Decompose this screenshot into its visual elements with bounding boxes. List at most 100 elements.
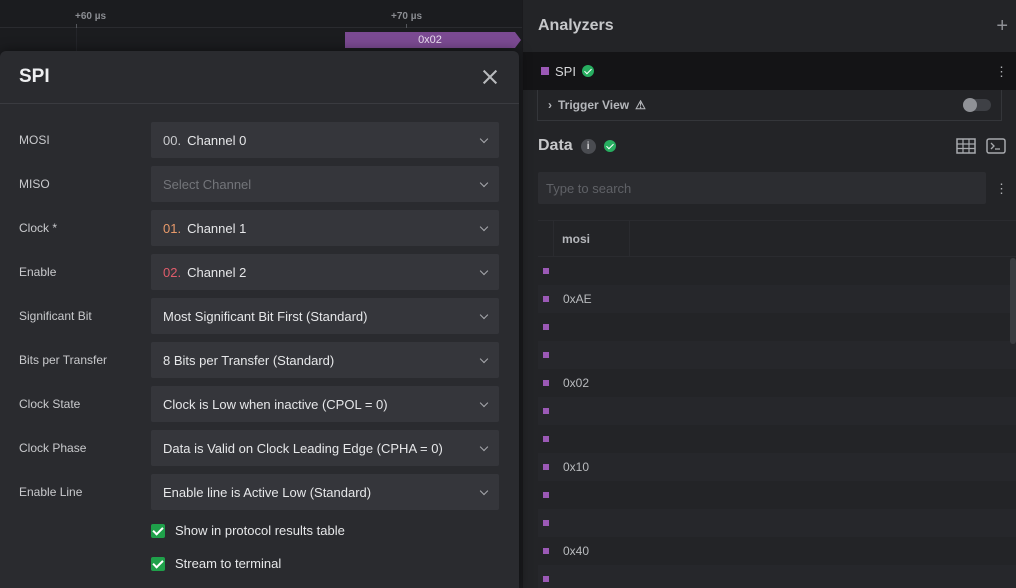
row-marker <box>543 352 549 358</box>
checkbox-label: Show in protocol results table <box>175 523 345 538</box>
chevron-down-icon <box>479 134 489 144</box>
field-label: Bits per Transfer <box>19 353 108 367</box>
row-marker <box>543 268 549 274</box>
trigger-view-label: Trigger View <box>558 98 630 112</box>
close-icon[interactable] <box>483 70 497 84</box>
scrollbar[interactable] <box>1010 258 1016 344</box>
time-tick: +60 µs <box>75 11 107 22</box>
chevron-down-icon <box>479 178 489 188</box>
kebab-menu-icon[interactable]: ⋮ <box>995 65 1008 78</box>
field-label: MISO <box>19 177 50 191</box>
check-circle-icon <box>603 140 616 152</box>
info-icon[interactable]: i <box>580 138 596 154</box>
trigger-view-row[interactable]: › Trigger View ⚠ <box>537 90 1002 121</box>
table-row[interactable] <box>538 313 1016 341</box>
field-label: Enable <box>19 265 57 279</box>
field-label: Clock Phase <box>19 441 87 455</box>
analyzer-label: SPI <box>555 63 576 79</box>
setting-field: Enable 02. Channel 2 <box>0 254 519 290</box>
row-value: 0x02 <box>563 376 590 390</box>
row-marker <box>543 492 549 498</box>
field-label: Significant Bit <box>19 309 92 323</box>
select-value: Most Significant Bit First (Standard) <box>163 308 368 324</box>
setting-field: Bits per Transfer 8 Bits per Transfer (St… <box>0 342 519 378</box>
table-row[interactable] <box>538 509 1016 537</box>
chevron-down-icon <box>479 266 489 276</box>
plus-icon[interactable]: + <box>996 15 1008 38</box>
chevron-down-icon <box>479 398 489 408</box>
data-title: Data <box>538 137 573 154</box>
field-label: Clock * <box>19 221 58 235</box>
channel-select[interactable]: 00. Channel 0 <box>151 122 499 158</box>
table-row[interactable]: 0x02 <box>538 369 1016 397</box>
warning-icon: ⚠ <box>635 98 646 112</box>
color-swatch <box>541 67 549 75</box>
row-value: 0xAE <box>563 292 592 306</box>
table-row[interactable] <box>538 425 1016 453</box>
terminal-icon[interactable] <box>986 138 1006 154</box>
row-marker <box>543 380 549 386</box>
channel-select[interactable]: Data is Valid on Clock Leading Edge (CPH… <box>151 430 499 466</box>
field-label: MOSI <box>19 133 50 147</box>
search-input[interactable] <box>538 172 986 204</box>
checkbox-row[interactable]: Stream to terminal <box>151 556 281 571</box>
time-tick: +70 µs <box>391 11 423 22</box>
checkbox[interactable] <box>151 523 165 538</box>
row-marker <box>543 576 549 582</box>
table-row[interactable] <box>538 565 1016 588</box>
row-marker <box>543 464 549 470</box>
trigger-view-toggle[interactable] <box>963 98 991 112</box>
table-view-icon[interactable] <box>956 138 976 154</box>
checkbox-label: Stream to terminal <box>175 556 282 571</box>
channel-select[interactable]: 02. Channel 2 <box>151 254 499 290</box>
table-body: 0xAE 0x02 0x10 0x40 <box>538 257 1016 588</box>
table-row[interactable]: 0xAE <box>538 285 1016 313</box>
setting-field: Significant Bit Most Significant Bit Firs… <box>0 298 519 334</box>
field-label: Enable Line <box>19 485 83 499</box>
select-value: Data is Valid on Clock Leading Edge (CPH… <box>163 440 443 456</box>
checkbox[interactable] <box>151 556 165 571</box>
chevron-right-icon[interactable]: › <box>548 98 552 112</box>
checkbox-row[interactable]: Show in protocol results table <box>151 523 345 538</box>
select-value: 8 Bits per Transfer (Standard) <box>163 352 335 368</box>
select-value: Channel 1 <box>187 220 247 236</box>
spi-packet-bubble[interactable]: 0x02 <box>345 32 515 48</box>
column-header-mosi[interactable]: mosi <box>554 220 630 257</box>
analyzer-item-spi[interactable]: SPI ⋮ <box>523 52 1016 90</box>
packet-arrow <box>515 32 521 48</box>
table-row[interactable]: 0x10 <box>538 453 1016 481</box>
channel-select[interactable]: Most Significant Bit First (Standard) <box>151 298 499 334</box>
setting-field: Clock * 01. Channel 1 <box>0 210 519 246</box>
search-row: ⋮ <box>523 171 1016 205</box>
row-marker <box>543 436 549 442</box>
row-value: 0x10 <box>563 460 590 474</box>
analyzers-panel: Analyzers + SPI ⋮ › Trigger View ⚠ Data … <box>522 0 1016 588</box>
select-value: Channel 2 <box>187 264 247 280</box>
table-row[interactable] <box>538 397 1016 425</box>
channel-select[interactable]: Clock is Low when inactive (CPOL = 0) <box>151 386 499 422</box>
dialog-title: SPI <box>19 66 50 87</box>
channel-select[interactable]: Select Channel <box>151 166 499 202</box>
channel-number: 01. <box>163 220 182 236</box>
row-value: 0x40 <box>563 544 590 558</box>
chevron-down-icon <box>479 222 489 232</box>
row-gutter <box>538 220 554 257</box>
tick-mark <box>406 24 407 28</box>
select-value: Enable line is Active Low (Standard) <box>163 484 372 500</box>
channel-select[interactable]: 8 Bits per Transfer (Standard) <box>151 342 499 378</box>
check-circle-icon <box>581 65 594 77</box>
channel-number: 00. <box>163 132 182 148</box>
table-header: mosi <box>538 220 1016 257</box>
channel-select[interactable]: 01. Channel 1 <box>151 210 499 246</box>
select-value: Clock is Low when inactive (CPOL = 0) <box>163 396 388 412</box>
table-row[interactable]: 0x40 <box>538 537 1016 565</box>
table-row[interactable] <box>538 257 1016 285</box>
channel-select[interactable]: Enable line is Active Low (Standard) <box>151 474 499 510</box>
setting-field: Clock State Clock is Low when inactive (C… <box>0 386 519 422</box>
table-row[interactable] <box>538 481 1016 509</box>
field-label: Clock State <box>19 397 81 411</box>
kebab-menu-icon[interactable]: ⋮ <box>995 182 1008 195</box>
setting-field: Enable Line Enable line is Active Low (St… <box>0 474 519 510</box>
chevron-down-icon <box>479 354 489 364</box>
table-row[interactable] <box>538 341 1016 369</box>
